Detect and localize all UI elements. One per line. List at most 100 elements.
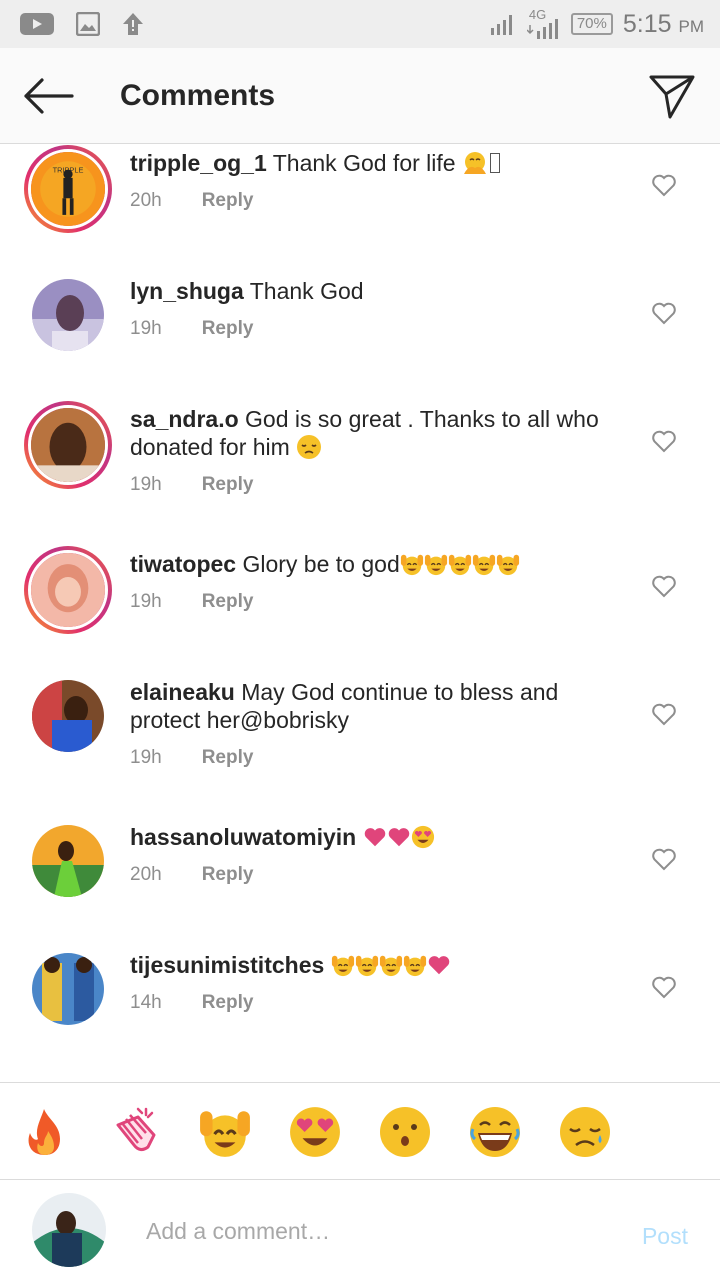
reply-button[interactable]: Reply <box>202 747 254 769</box>
comment-meta: 19h Reply <box>130 318 253 340</box>
download-icon <box>123 13 143 35</box>
pray-emoji-icon <box>462 150 488 176</box>
post-button[interactable]: Post <box>642 1223 688 1250</box>
back-arrow-icon[interactable] <box>22 76 74 116</box>
signal-icon <box>490 15 512 35</box>
reply-button[interactable]: Reply <box>202 190 254 212</box>
comment-meta: 14h Reply <box>130 992 253 1014</box>
comment-text: elaineaku May God continue to bless and … <box>130 678 620 734</box>
comment-username[interactable]: elaineaku <box>130 679 235 705</box>
comment-time: 19h <box>130 474 162 495</box>
raised-hands-emoji-icon <box>400 552 424 576</box>
heart-eyes-icon[interactable] <box>288 1105 342 1159</box>
raised-hands-emoji-icon <box>472 552 496 576</box>
comment-body-line2: protect her@bobrisky <box>130 707 349 733</box>
missing-glyph-icon <box>489 153 500 173</box>
comment-meta: 19h Reply <box>130 474 253 496</box>
emoji-quick-bar <box>0 1082 720 1180</box>
raised-hands-emoji-icon <box>355 953 379 977</box>
gallery-icon <box>76 12 100 36</box>
like-heart-icon[interactable] <box>650 572 678 600</box>
comment-body: May God continue to bless and <box>241 679 559 705</box>
comment-time: 20h <box>130 864 162 885</box>
reply-button[interactable]: Reply <box>202 474 254 496</box>
comment-input[interactable] <box>144 1210 608 1252</box>
signal-4g-icon <box>526 19 558 39</box>
like-heart-icon[interactable] <box>650 973 678 1001</box>
reply-button[interactable]: Reply <box>202 864 254 886</box>
like-heart-icon[interactable] <box>650 171 678 199</box>
reply-button[interactable]: Reply <box>202 992 254 1014</box>
raised-hands-emoji-icon <box>331 953 355 977</box>
comment-time: 20h <box>130 190 162 211</box>
comment-username[interactable]: tripple_og_1 <box>130 150 267 176</box>
comment-text: tripple_og_1 Thank God for life <box>130 149 620 177</box>
avatar[interactable] <box>32 680 104 752</box>
page-title: Comments <box>120 79 276 112</box>
sad-icon[interactable] <box>558 1105 612 1159</box>
comment-time: 19h <box>130 318 162 339</box>
raised-hands-emoji-icon <box>403 953 427 977</box>
fire-icon[interactable] <box>18 1105 72 1159</box>
raised-hands-emoji-icon <box>496 552 520 576</box>
comment-username[interactable]: hassanoluwatomiyin <box>130 824 356 850</box>
like-heart-icon[interactable] <box>650 299 678 327</box>
surprised-icon[interactable] <box>378 1105 432 1159</box>
comment-body: Thank God <box>249 278 364 304</box>
raised-hands-emoji-icon <box>448 552 472 576</box>
reply-button[interactable]: Reply <box>202 591 254 613</box>
clapping-hands-icon[interactable] <box>108 1105 162 1159</box>
comment-username[interactable]: sa_ndra.o <box>130 406 239 432</box>
clock: 5:15 PM <box>623 10 704 39</box>
add-comment-bar: Post <box>0 1180 720 1280</box>
avatar[interactable] <box>32 825 104 897</box>
current-user-avatar <box>32 1193 106 1267</box>
comment-username[interactable]: tijesunimistitches <box>130 952 324 978</box>
status-bar: 4G 70% 5:15 PM <box>0 0 720 48</box>
heart-emoji-icon <box>363 825 387 849</box>
youtube-icon <box>20 13 54 35</box>
clock-ampm: PM <box>678 16 705 36</box>
comment-text: sa_ndra.o God is so great . Thanks to al… <box>130 405 620 461</box>
avatar[interactable] <box>32 953 104 1025</box>
comment-meta: 20h Reply <box>130 864 253 886</box>
raised-hands-icon[interactable] <box>198 1105 252 1159</box>
like-heart-icon[interactable] <box>650 845 678 873</box>
avatar[interactable]: TRIPPLE <box>24 145 112 233</box>
avatar[interactable] <box>24 546 112 634</box>
heart-emoji-icon <box>427 953 451 977</box>
comment-text: tiwatopec Glory be to god <box>130 550 620 578</box>
comment-body: Glory be to god <box>242 551 400 577</box>
comment-text: lyn_shuga Thank God <box>130 277 620 305</box>
sad-emoji-icon <box>296 434 322 460</box>
comment-body: Thank God for life <box>272 150 456 176</box>
comment-time: 19h <box>130 591 162 612</box>
avatar[interactable] <box>24 401 112 489</box>
network-4g-indicator: 4G <box>526 7 561 39</box>
top-app-bar: Comments <box>0 48 720 144</box>
comment-meta: 19h Reply <box>130 747 253 769</box>
comment-username[interactable]: tiwatopec <box>130 551 236 577</box>
reply-button[interactable]: Reply <box>202 318 254 340</box>
heart-emoji-icon <box>387 825 411 849</box>
comment-time: 14h <box>130 992 162 1013</box>
comment-username[interactable]: lyn_shuga <box>130 278 244 304</box>
comment-body-line2: donated for him <box>130 434 290 460</box>
raised-hands-emoji-icon <box>424 552 448 576</box>
like-heart-icon[interactable] <box>650 700 678 728</box>
clock-time: 5:15 <box>622 9 672 38</box>
laughing-icon[interactable] <box>468 1105 522 1159</box>
comment-body: God is so great . Thanks to all who <box>245 406 599 432</box>
avatar[interactable] <box>32 279 104 351</box>
raised-hands-emoji-icon <box>379 953 403 977</box>
comment-meta: 19h Reply <box>130 591 253 613</box>
like-heart-icon[interactable] <box>650 427 678 455</box>
comment-text: tijesunimistitches <box>130 951 620 979</box>
comment-meta: 20h Reply <box>130 190 253 212</box>
send-direct-icon[interactable] <box>648 72 696 120</box>
comment-text: hassanoluwatomiyin <box>130 823 620 851</box>
battery-indicator: 70% <box>570 13 613 35</box>
heart-eyes-emoji-icon <box>411 825 435 849</box>
comment-time: 19h <box>130 747 162 768</box>
comments-list[interactable]: TRIPPLE tripple_og_1 Thank God for life … <box>0 145 720 1082</box>
